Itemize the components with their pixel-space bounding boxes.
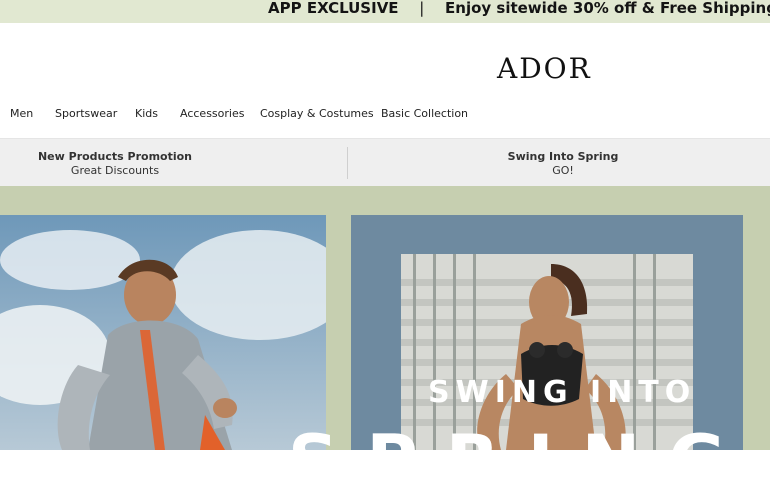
nav-item-kids[interactable]: Kids [135,107,158,120]
promo-card-subtitle: GO! [552,164,574,177]
nav-item-cosplay-costumes[interactable]: Cosplay & Costumes [260,107,374,120]
hero-banner [0,186,770,450]
nav-item-men[interactable]: Men [10,107,33,120]
promo-label: APP EXCLUSIVE [268,0,399,17]
promo-separator: | [419,0,425,17]
promotions-strip: New Products Promotion Great Discounts S… [0,138,770,188]
promo-bar: APP EXCLUSIVE | Enjoy sitewide 30% off &… [0,0,770,23]
nav-item-accessories[interactable]: Accessories [180,107,244,120]
promo-divider [347,147,348,179]
hero-image-runner[interactable] [0,215,326,450]
hero-big-text: SPRING [288,420,754,502]
promo-card-title: New Products Promotion [37,150,193,163]
promo-card-new-products[interactable]: New Products Promotion Great Discounts [0,139,230,187]
promo-text-line: APP EXCLUSIVE | Enjoy sitewide 30% off &… [268,0,770,23]
hero-image-athlete[interactable] [351,215,743,450]
runner-photo-icon [0,215,326,450]
nav-item-basic-collection[interactable]: Basic Collection [381,107,468,120]
promo-card-title: Swing Into Spring [507,150,619,163]
brand-logo[interactable]: ADOR [497,52,592,85]
nav-item-sportswear[interactable]: Sportswear [55,107,117,120]
promo-card-swing-into-spring[interactable]: Swing Into Spring GO! [448,139,678,187]
promo-card-subtitle: Great Discounts [70,164,160,177]
site-header: ADOR Men Sportswear Kids Accessories Cos… [0,23,770,138]
promo-message: Enjoy sitewide 30% off & Free Shipping o… [445,0,770,17]
hero-headline: SWING INTO [428,375,697,410]
